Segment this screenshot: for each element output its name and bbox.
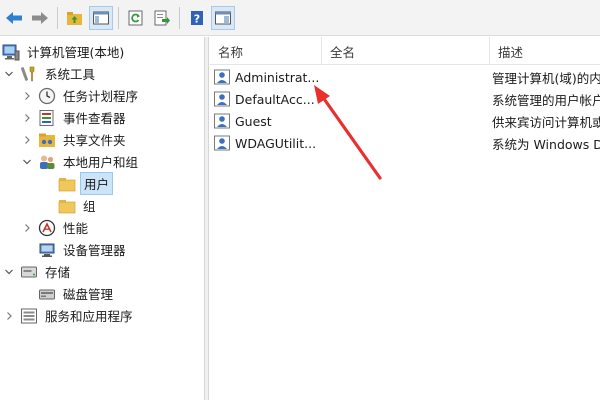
pane-splitter[interactable] [204,37,209,400]
table-row[interactable]: Administrat... 管理计算机(域)的内置帐户 [210,67,600,88]
tree-label: 共享文件夹 [63,133,126,148]
chevron-down-icon[interactable] [4,267,14,277]
help-icon[interactable]: ? [185,6,209,30]
console-tree: 计算机管理(本地) 系统工具 任务计划程序 事件查看器 共享文件夹 本地用户和组… [0,37,204,400]
chevron-right-icon[interactable] [22,223,32,233]
tree-item-disk-management[interactable]: 磁盘管理 [38,283,116,304]
users-group-icon [38,153,56,171]
tree-label: 本地用户和组 [63,155,139,170]
tree-label: 性能 [63,221,89,236]
tree-item-device-manager[interactable]: 设备管理器 [38,239,129,260]
tree-label: 系统工具 [45,67,96,82]
forward-icon[interactable] [28,6,52,30]
user-name: DefaultAcc... [235,92,315,107]
export-list-icon[interactable] [150,6,174,30]
computer-management-icon [2,43,20,61]
user-name-cell: WDAGUtilit... [214,133,324,154]
column-header-fullname[interactable]: 全名 [322,37,490,65]
tree-label: 磁盘管理 [63,287,114,302]
toolbar-separator [118,6,119,29]
chevron-right-icon[interactable] [22,135,32,145]
back-icon[interactable] [2,6,26,30]
tree-item-users[interactable]: 用户 [58,172,114,195]
user-name-cell: DefaultAcc... [214,89,324,110]
tree-item-event-viewer[interactable]: 事件查看器 [22,107,129,128]
user-description: 系统为 Windows Defender 应用程序防护方案管理和使用的用户帐户。 [492,137,600,152]
folder-icon [58,175,76,193]
toolbar-separator [57,6,58,29]
properties-icon[interactable] [211,5,235,30]
tree-label: 任务计划程序 [63,89,139,104]
user-list: 名称 全名 描述 Administrat... 管理计算机(域)的内置帐户 De… [210,37,600,400]
table-row[interactable]: DefaultAcc... 系统管理的用户帐户。 [210,89,600,110]
user-fullname [330,89,490,110]
chevron-right-icon[interactable] [22,113,32,123]
event-viewer-icon [38,109,56,127]
folder-icon [58,197,76,215]
tree-label: 事件查看器 [63,111,126,126]
performance-icon [38,219,56,237]
tree-item-storage[interactable]: 存储 [4,261,73,282]
toolbar-separator [179,6,180,29]
user-fullname [330,67,490,88]
tree-item-performance[interactable]: 性能 [22,217,91,238]
tree-item-services-apps[interactable]: 服务和应用程序 [4,305,136,326]
user-name-cell: Administrat... [214,67,324,88]
user-account-icon [214,69,230,85]
user-description: 供来宾访问计算机或访问域的内置帐户 [492,115,600,130]
tree-item-shared-folders[interactable]: 共享文件夹 [22,129,129,150]
tree-label: 用户 [80,172,114,195]
clock-icon [38,87,56,105]
svg-text:?: ? [194,12,200,25]
user-name-cell: Guest [214,111,324,132]
chevron-down-icon[interactable] [22,157,32,167]
refresh-icon[interactable] [124,6,148,30]
column-header-name[interactable]: 名称 [210,37,322,65]
user-fullname [330,133,490,154]
table-row[interactable]: WDAGUtilit... 系统为 Windows Defender 应用程序防… [210,133,600,154]
services-icon [20,307,38,325]
toolbar: ? [0,0,600,36]
tree-item-computer-management[interactable]: 计算机管理(本地) [2,41,127,62]
table-row[interactable]: Guest 供来宾访问计算机或访问域的内置帐户 [210,111,600,132]
tree-item-system-tools[interactable]: 系统工具 [4,63,98,84]
tree-label: 组 [83,199,96,214]
tree-label: 存储 [45,265,71,280]
tree-label: 设备管理器 [63,243,126,258]
tree-label: 服务和应用程序 [45,309,133,324]
storage-icon [20,263,38,281]
tools-icon [20,65,38,83]
user-description: 系统管理的用户帐户。 [492,93,600,108]
user-account-icon [214,91,230,107]
device-manager-icon [38,241,56,259]
user-name: Administrat... [235,70,320,85]
chevron-right-icon[interactable] [22,91,32,101]
chevron-down-icon[interactable] [4,69,14,79]
user-account-icon [214,135,230,151]
tree-item-local-users-groups[interactable]: 本地用户和组 [22,151,141,172]
user-account-icon [214,113,230,129]
user-description: 管理计算机(域)的内置帐户 [492,71,600,86]
up-folder-icon[interactable] [63,6,87,30]
tree-item-task-scheduler[interactable]: 任务计划程序 [22,85,141,106]
tree-label: 计算机管理(本地) [27,45,125,60]
list-header: 名称 全名 描述 [210,37,600,65]
column-header-description[interactable]: 描述 [490,37,600,65]
shared-folder-icon [38,131,56,149]
show-hide-tree-icon[interactable] [89,5,113,30]
user-name: Guest [235,114,272,129]
tree-item-groups[interactable]: 组 [58,195,99,216]
user-name: WDAGUtilit... [235,136,317,151]
user-fullname [330,111,490,132]
disk-management-icon [38,285,56,303]
chevron-right-icon[interactable] [4,311,14,321]
